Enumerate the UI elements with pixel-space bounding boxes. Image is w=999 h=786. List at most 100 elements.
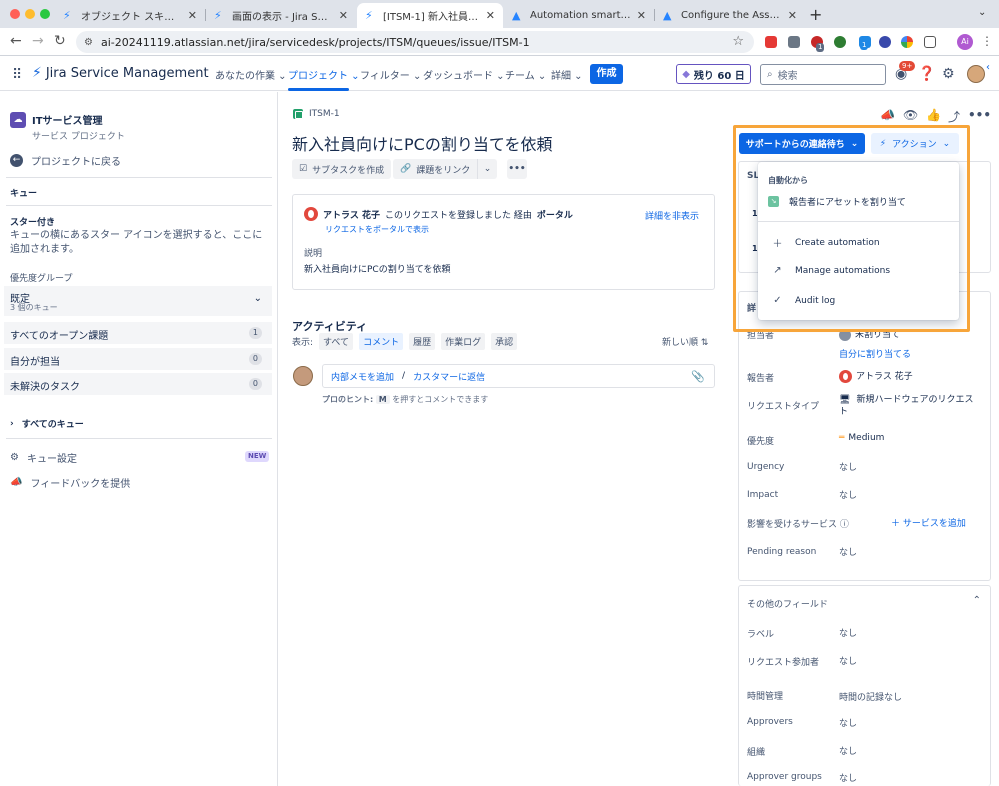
add-service-button[interactable]: ＋ サービスを追加 <box>891 516 966 529</box>
approvers-value[interactable]: なし <box>839 716 857 729</box>
extensions-puzzle-icon[interactable] <box>924 36 936 48</box>
profile-avatar[interactable]: Ai <box>957 34 973 50</box>
nav-projects[interactable]: プロジェクト ⌄ <box>288 67 360 82</box>
labels-value[interactable]: なし <box>839 626 857 639</box>
address-bar[interactable]: ⚙ ai-20241119.atlassian.net/jira/service… <box>76 31 754 53</box>
close-tab-icon[interactable]: ✕ <box>188 9 197 22</box>
queue-settings-link[interactable]: ⚙ キュー設定 <box>10 450 77 465</box>
request-details-card: アトラス 花子 このリクエストを登録しました 経由 ポータル リクエストをポータ… <box>292 194 715 290</box>
filter-comments[interactable]: コメント <box>359 333 404 350</box>
time-tracking-value[interactable]: 時間の記録なし <box>839 690 902 703</box>
reporter-value[interactable]: アトラス 花子 <box>839 369 913 383</box>
approver-groups-value[interactable]: なし <box>839 771 857 784</box>
new-tab-button[interactable]: + <box>809 5 822 24</box>
issue-title[interactable]: 新入社員向けにPCの割り当てを依頼 <box>292 131 553 155</box>
product-logo[interactable]: ⚡ Jira Service Management <box>32 65 209 81</box>
user-avatar[interactable] <box>967 65 985 83</box>
back-to-project-link[interactable]: ← プロジェクトに戻る <box>10 153 121 168</box>
create-button[interactable]: 作成 <box>590 64 623 84</box>
chevron-up-icon[interactable]: ⌃ <box>973 595 981 606</box>
search-input[interactable]: ⌕ 検索 <box>760 64 886 85</box>
maximize-window-button[interactable] <box>40 9 50 19</box>
share-icon[interactable]: ⤴ <box>948 108 960 125</box>
more-actions-button[interactable]: ••• <box>507 159 527 179</box>
impact-value[interactable]: なし <box>839 488 857 501</box>
browser-tab[interactable]: ⚡ 画面の表示 - Jira Service Mana ✕ <box>206 3 356 28</box>
pending-reason-value[interactable]: なし <box>839 545 857 558</box>
trial-days-button[interactable]: ◆ 残り 60 日 <box>676 64 751 84</box>
participants-value[interactable]: なし <box>839 654 857 667</box>
filter-worklog[interactable]: 作業ログ <box>441 333 486 350</box>
priority-medium-icon: ═ <box>839 433 845 443</box>
comment-box[interactable]: 内部メモを追加 / カスタマーに返信 📎 <box>322 364 715 388</box>
close-window-button[interactable] <box>10 9 20 19</box>
bookmark-star-icon[interactable]: ☆ <box>732 34 744 49</box>
nav-filters[interactable]: フィルター ⌄ <box>360 67 421 82</box>
forward-arrow-icon[interactable]: → <box>32 33 44 49</box>
extension-icon[interactable] <box>901 36 913 48</box>
tab-search-icon[interactable]: ⌄ <box>978 7 986 18</box>
browser-menu-icon[interactable]: ⋮ <box>981 34 993 48</box>
extension-icon[interactable] <box>879 36 891 48</box>
sort-order-button[interactable]: 新しい順 ⇅ <box>662 335 708 348</box>
queue-item[interactable]: 自分が担当 0 <box>4 348 272 370</box>
site-info-icon[interactable]: ⚙ <box>84 37 93 48</box>
queue-item[interactable]: 未解決のタスク 0 <box>4 373 272 395</box>
extension-icon[interactable] <box>834 36 846 48</box>
urgency-value[interactable]: なし <box>839 460 857 473</box>
like-thumb-icon[interactable]: 👍 <box>926 108 941 122</box>
starred-help-text: キューの横にあるスター アイコンを選択すると、ここに追加されます。 <box>10 230 263 255</box>
browser-tab[interactable]: ⚡ オブジェクト スキーマ - Jira Se ✕ <box>55 3 205 28</box>
link-issue-dropdown[interactable]: ⌄ <box>477 159 497 179</box>
reload-icon[interactable]: ↻ <box>54 33 66 49</box>
collapse-panel-icon[interactable]: ‹ <box>986 62 990 73</box>
request-type-value[interactable]: 🖥 新規ハードウェアのリクエスト <box>839 394 974 418</box>
give-feedback-link[interactable]: 📣 フィードバックを提供 <box>10 475 130 490</box>
priority-value[interactable]: ═ Medium <box>839 433 884 443</box>
description-text[interactable]: 新入社員向けにPCの割り当てを依頼 <box>304 262 451 275</box>
organizations-value[interactable]: なし <box>839 744 857 757</box>
settings-gear-icon[interactable]: ⚙ <box>942 66 955 82</box>
filter-history[interactable]: 履歴 <box>409 333 436 350</box>
annotation-highlight-box <box>733 125 970 332</box>
watch-eye-icon[interactable]: 👁 <box>903 108 918 122</box>
nav-your-work[interactable]: あなたの作業 ⌄ <box>215 67 287 82</box>
default-queue-group[interactable]: 既定 3 個のキュー ⌄ <box>4 286 272 316</box>
reply-to-customer-link[interactable]: カスタマーに返信 <box>413 370 485 383</box>
browser-tab[interactable]: ▲ Automation smart values - us ✕ <box>504 3 654 28</box>
reporter-name[interactable]: アトラス 花子 <box>323 208 380 221</box>
project-header[interactable]: ☁ ITサービス管理 サービス プロジェクト <box>10 112 125 142</box>
new-badge: NEW <box>245 451 270 462</box>
more-dots-icon[interactable]: ••• <box>968 108 991 122</box>
queue-item[interactable]: すべてのオープン課題 1 <box>4 322 272 344</box>
filter-approvals[interactable]: 承認 <box>491 333 518 350</box>
close-tab-icon[interactable]: ✕ <box>486 9 495 22</box>
filter-all[interactable]: すべて <box>319 333 354 350</box>
nav-dashboards[interactable]: ダッシュボード ⌄ <box>423 67 505 82</box>
browser-tab[interactable]: ▲ Configure the Assets objects ✕ <box>655 3 805 28</box>
hide-details-link[interactable]: 詳細を非表示 <box>645 209 699 222</box>
view-in-portal-link[interactable]: リクエストをポータルで表示 <box>325 224 429 235</box>
nav-more[interactable]: 詳細 ⌄ <box>551 67 583 82</box>
feedback-megaphone-icon[interactable]: 📣 <box>880 108 895 122</box>
back-arrow-icon[interactable]: ← <box>10 33 22 49</box>
issue-key-breadcrumb[interactable]: ITSM-1 <box>293 109 340 119</box>
close-tab-icon[interactable]: ✕ <box>339 9 348 22</box>
create-subtask-button[interactable]: ☑ サブタスクを作成 <box>292 159 392 179</box>
mail-extension-icon[interactable] <box>788 36 800 48</box>
browser-tab-active[interactable]: ⚡ [ITSM-1] 新入社員向けにPCの割 ✕ <box>357 3 503 28</box>
help-icon[interactable]: ❓ <box>918 66 935 82</box>
close-tab-icon[interactable]: ✕ <box>637 9 646 22</box>
app-switcher-icon[interactable]: ⠿ <box>12 67 22 83</box>
url-text: ai-20241119.atlassian.net/jira/servicede… <box>100 35 530 49</box>
assign-to-me-link[interactable]: 自分に割り当てる <box>839 347 911 360</box>
nav-teams[interactable]: チーム ⌄ <box>505 67 546 82</box>
add-internal-note-link[interactable]: 内部メモを追加 <box>331 370 394 383</box>
attachment-paperclip-icon[interactable]: 📎 <box>691 370 705 383</box>
adblock-extension-icon[interactable] <box>765 36 777 48</box>
minimize-window-button[interactable] <box>25 9 35 19</box>
link-issue-button[interactable]: 🔗 課題をリンク <box>393 159 478 179</box>
more-dots-icon: ••• <box>508 164 526 174</box>
all-queues-toggle[interactable]: › すべてのキュー <box>10 417 84 431</box>
close-tab-icon[interactable]: ✕ <box>788 9 797 22</box>
